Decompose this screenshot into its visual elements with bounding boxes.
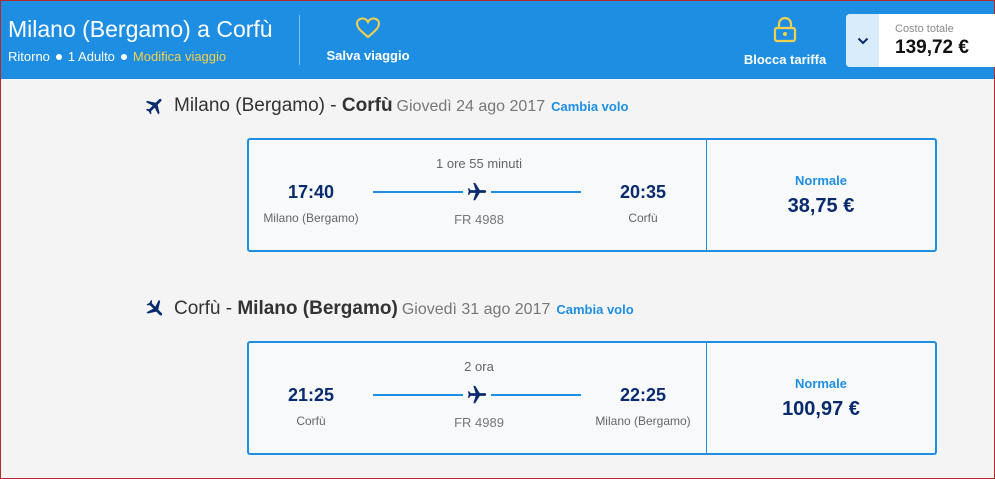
save-trip-button[interactable]: Salva viaggio — [323, 17, 413, 63]
route-separator: - — [325, 95, 342, 116]
flight-number: FR 4989 — [454, 415, 504, 430]
trip-title: Milano (Bergamo) a Corfù — [8, 16, 273, 42]
lock-fare-label: Blocca tariffa — [743, 52, 827, 67]
route-from: Milano (Bergamo) — [174, 95, 325, 116]
fare-name: Normale — [794, 376, 848, 391]
route-to: Milano (Bergamo) — [237, 298, 398, 319]
route-line — [491, 394, 581, 396]
change-flight-link[interactable]: Cambia volo — [556, 302, 633, 317]
dot-separator — [120, 53, 127, 60]
passenger-count: 1 Adulto — [67, 49, 115, 64]
route-from: Corfù — [174, 298, 221, 319]
chevron-down-icon — [857, 32, 869, 50]
dot-separator — [55, 53, 62, 60]
route-line — [491, 191, 581, 193]
arrival-time: 20:35 — [619, 182, 667, 202]
arrival-place: Corfù — [628, 211, 658, 225]
total-cost-label: Costo totale — [895, 23, 954, 35]
departure-time: 21:25 — [287, 385, 335, 405]
route-line — [373, 394, 463, 396]
fare-price: 100,97 € — [782, 398, 860, 420]
fare-name: Normale — [794, 173, 848, 188]
departure-place: Milano (Bergamo) — [263, 211, 359, 225]
return-flight-card[interactable]: 2 ora 21:25 Corfù FR 4989 22:25 Milano (… — [247, 341, 937, 455]
total-cost-value: 139,72 € — [895, 37, 969, 58]
flight-duration: 2 ora — [464, 359, 494, 374]
plane-icon — [466, 181, 488, 208]
outbound-flight-card[interactable]: 1 ore 55 minuti 17:40 Milano (Bergamo) F… — [247, 138, 937, 252]
route-to: Corfù — [341, 95, 393, 116]
route-separator: - — [220, 298, 238, 319]
flight-number: FR 4988 — [454, 212, 504, 227]
total-toggle-button[interactable] — [846, 14, 879, 67]
arrival-place: Milano (Bergamo) — [595, 414, 691, 428]
leg-route: Corfù - Milano (Bergamo) Giovedì 31 ago 2… — [174, 298, 634, 320]
plane-icon — [466, 384, 488, 411]
fare-price: 38,75 € — [787, 195, 855, 217]
modify-trip-link[interactable]: Modifica viaggio — [133, 49, 226, 64]
route-line — [373, 191, 463, 193]
trip-meta: Ritorno 1 Adulto Modifica viaggio — [8, 49, 226, 64]
top-bar: Milano (Bergamo) a Corfù Ritorno 1 Adulto… — [1, 1, 995, 79]
flight-duration: 1 ore 55 minuti — [436, 156, 522, 171]
lock-icon — [773, 16, 797, 47]
departure-place: Corfù — [296, 414, 326, 428]
header-divider — [299, 15, 300, 65]
arrival-time: 22:25 — [619, 385, 667, 405]
departure-time: 17:40 — [287, 182, 335, 202]
save-trip-label: Salva viaggio — [326, 48, 410, 63]
plane-icon — [144, 95, 166, 122]
heart-icon — [355, 17, 381, 43]
total-cost-box: Costo totale 139,72 € — [846, 14, 995, 67]
leg-date: Giovedì 24 ago 2017 — [396, 98, 546, 115]
change-flight-link[interactable]: Cambia volo — [551, 99, 628, 114]
plane-icon — [144, 298, 166, 325]
lock-fare-button[interactable]: Blocca tariffa — [739, 16, 831, 67]
leg-route: Milano (Bergamo) - Corfù Giovedì 24 ago 2… — [174, 95, 628, 117]
trip-type: Ritorno — [8, 49, 50, 64]
leg-date: Giovedì 31 ago 2017 — [401, 301, 551, 318]
